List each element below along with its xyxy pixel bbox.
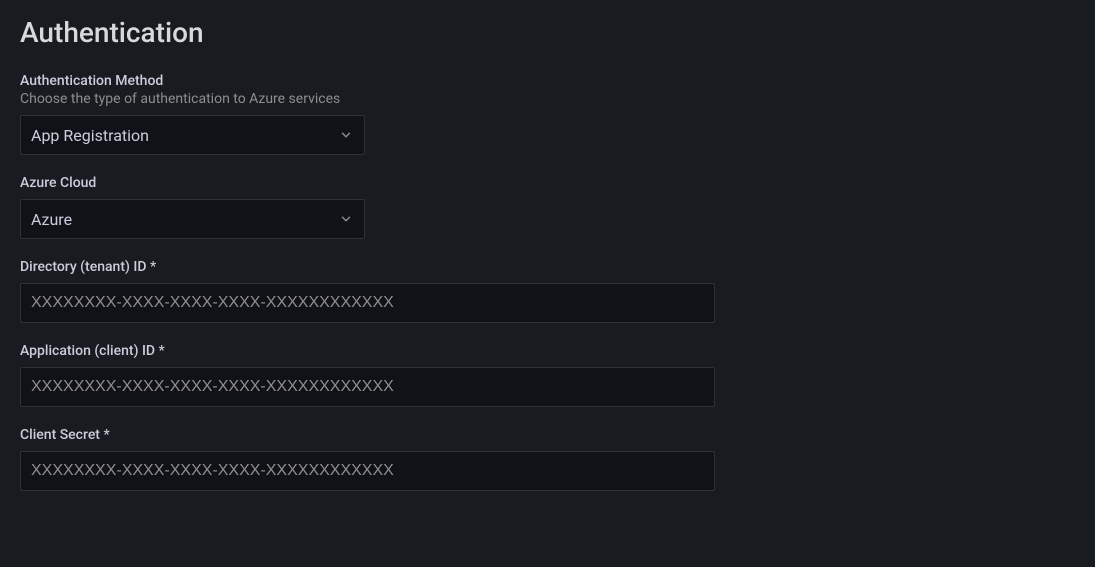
auth-method-select[interactable]: App Registration xyxy=(20,115,365,155)
auth-method-value: App Registration xyxy=(31,126,149,145)
client-id-group: Application (client) ID * xyxy=(20,343,1075,407)
auth-method-label: Authentication Method xyxy=(20,73,1075,89)
azure-cloud-value: Azure xyxy=(31,210,72,229)
auth-method-group: Authentication Method Choose the type of… xyxy=(20,73,1075,155)
tenant-id-label: Directory (tenant) ID * xyxy=(20,259,1075,275)
azure-cloud-select[interactable]: Azure xyxy=(20,199,365,239)
client-id-input[interactable] xyxy=(20,367,715,407)
tenant-id-input[interactable] xyxy=(20,283,715,323)
azure-cloud-label: Azure Cloud xyxy=(20,175,1075,191)
page-title: Authentication xyxy=(20,16,1075,49)
client-secret-input[interactable] xyxy=(20,451,715,491)
client-id-label: Application (client) ID * xyxy=(20,343,1075,359)
azure-cloud-group: Azure Cloud Azure xyxy=(20,175,1075,239)
client-secret-label: Client Secret * xyxy=(20,427,1075,443)
client-secret-group: Client Secret * xyxy=(20,427,1075,491)
tenant-id-group: Directory (tenant) ID * xyxy=(20,259,1075,323)
auth-method-description: Choose the type of authentication to Azu… xyxy=(20,91,1075,107)
